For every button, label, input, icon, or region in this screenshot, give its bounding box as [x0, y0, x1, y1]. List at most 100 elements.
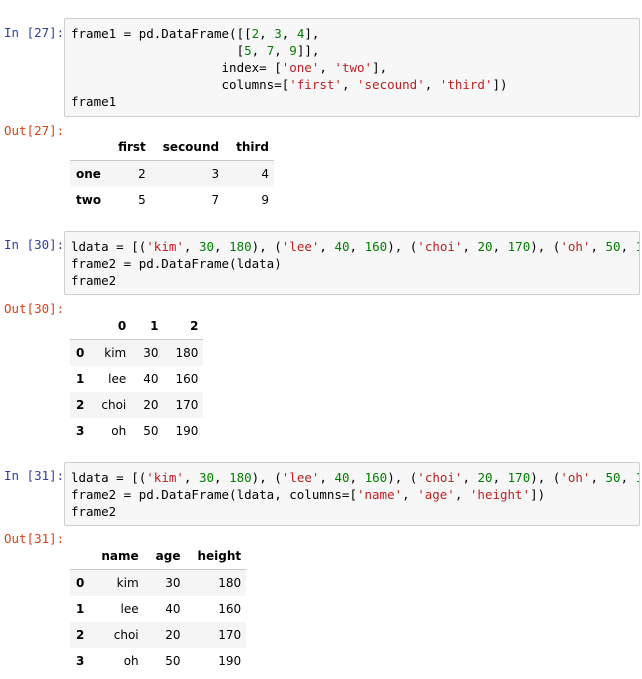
code-line: frame1 = pd.DataFrame([[2, 3, 4],	[71, 25, 633, 42]
code-text: frame1 = pd.DataFrame([[	[71, 26, 252, 41]
code-string: 'kim'	[146, 239, 184, 254]
code-text: frame1	[71, 94, 117, 109]
code-line: frame2 = pd.DataFrame(ldata, columns=['n…	[71, 486, 633, 503]
table-cell: 50	[165, 654, 181, 668]
code-text: ), (	[251, 470, 282, 485]
code-text: ,	[590, 239, 606, 254]
code-line: index= ['one', 'two'],	[71, 59, 633, 76]
code-text: ]],	[296, 43, 320, 58]
code-cell-31[interactable]: ldata = [('kim', 30, 180), ('lee', 40, 1…	[64, 462, 640, 526]
column-header: 0	[89, 313, 132, 340]
code-line: frame2	[71, 272, 633, 289]
code-text: ), (	[387, 470, 418, 485]
table-row: 0 kim 30 180	[70, 339, 204, 366]
code-text: frame2	[71, 504, 117, 519]
table-cell: 5	[138, 193, 146, 207]
code-text: ,	[281, 26, 297, 41]
row-index: 0	[76, 576, 85, 590]
code-text: ,	[462, 239, 478, 254]
row-index: 3	[76, 654, 85, 668]
code-number: 170	[507, 239, 531, 254]
row-index: 3	[76, 424, 85, 438]
code-text: ,	[259, 26, 275, 41]
column-header: secound	[150, 134, 225, 161]
code-text: ,	[349, 239, 365, 254]
code-string: 'choi'	[417, 239, 463, 254]
code-line: columns=['first', 'secound', 'third'])	[71, 76, 633, 93]
code-text: ,	[492, 470, 508, 485]
code-text: ,	[319, 470, 335, 485]
column-header: height	[185, 543, 247, 570]
table-cell: 4	[261, 167, 270, 181]
table-cell: 20	[143, 398, 159, 412]
table-cell: 30	[165, 576, 181, 590]
code-number: 190	[636, 239, 639, 254]
table-cell: 160	[175, 372, 199, 386]
code-text: frame2 = pd.DataFrame(ldata, columns=[	[71, 487, 357, 502]
code-text: ,	[214, 239, 230, 254]
code-text: ,	[319, 239, 335, 254]
code-text: ])	[492, 77, 508, 92]
code-line: [5, 7, 9]],	[71, 42, 633, 59]
code-number: 160	[364, 239, 388, 254]
code-string: 'third'	[439, 77, 493, 92]
code-number: 40	[334, 239, 350, 254]
code-text: ), (	[387, 239, 418, 254]
code-number: 9	[289, 43, 297, 58]
code-text: ],	[304, 26, 320, 41]
table-cell: 40	[143, 372, 159, 386]
row-index: 2	[76, 398, 85, 412]
table-cell: 30	[143, 346, 159, 360]
code-number: 180	[229, 239, 252, 254]
table-cell: 190	[175, 424, 199, 438]
table-row: 1 lee 40 160	[70, 596, 246, 622]
row-index: 0	[76, 346, 85, 360]
row-index: 1	[76, 602, 85, 616]
code-text: ,	[620, 470, 636, 485]
code-string: 'one'	[281, 60, 320, 75]
out-prompt-27: Out[27]:	[4, 123, 65, 138]
column-header: 1	[131, 313, 164, 340]
table-cell: choi	[113, 628, 139, 642]
row-index: two	[76, 193, 102, 207]
code-cell-27[interactable]: frame1 = pd.DataFrame([[2, 3, 4], [5, 7,…	[64, 18, 640, 117]
table-cell: 180	[175, 346, 199, 360]
code-string: 'age'	[417, 487, 455, 502]
table-row: 3 oh 50 190	[70, 418, 203, 444]
code-text: ), (	[530, 470, 561, 485]
table-corner	[70, 313, 90, 340]
code-number: 40	[334, 470, 350, 485]
dataframe-output-30: 0 1 2 0 kim 30 180 1 lee 40 160 2 choi 20 170 3 oh 50 190	[70, 313, 204, 444]
code-number: 30	[198, 239, 215, 254]
out-prompt-31: Out[31]:	[4, 531, 65, 546]
code-text: ,	[492, 239, 508, 254]
code-text: frame2 = pd.DataFrame(ldata)	[71, 256, 282, 271]
code-text: ), (	[530, 239, 561, 254]
code-string: 'oh'	[560, 239, 591, 254]
code-string: 'choi'	[417, 470, 463, 485]
code-string: 'lee'	[281, 470, 320, 485]
code-number: 180	[229, 470, 252, 485]
code-cell-30[interactable]: ldata = [('kim', 30, 180 ), ( 'lee', 40, 1…	[64, 231, 640, 295]
code-string: 'oh'	[560, 470, 591, 485]
code-text: ],	[372, 60, 388, 75]
code-string: 'lee'	[281, 239, 320, 254]
table-row: two 5 7 9	[70, 187, 274, 213]
table-cell: 50	[143, 424, 159, 438]
code-line: frame1	[71, 93, 633, 110]
table-cell: oh	[123, 654, 139, 668]
code-text: ,	[183, 470, 199, 485]
code-line: frame2 = pd.DataFrame(ldata)	[71, 255, 633, 272]
code-string: 'two'	[334, 60, 373, 75]
code-number: 20	[477, 239, 493, 254]
table-cell: oh	[111, 424, 127, 438]
code-text: ,	[620, 239, 636, 254]
code-number: 3	[274, 26, 282, 41]
code-text: ldata = [(	[71, 239, 147, 254]
table-cell: lee	[120, 602, 139, 616]
code-text: ,	[402, 487, 418, 502]
code-text: ,	[251, 43, 267, 58]
row-index: one	[76, 167, 101, 181]
code-string: 'secound'	[357, 77, 425, 92]
in-prompt-30: In [30]:	[4, 237, 65, 252]
